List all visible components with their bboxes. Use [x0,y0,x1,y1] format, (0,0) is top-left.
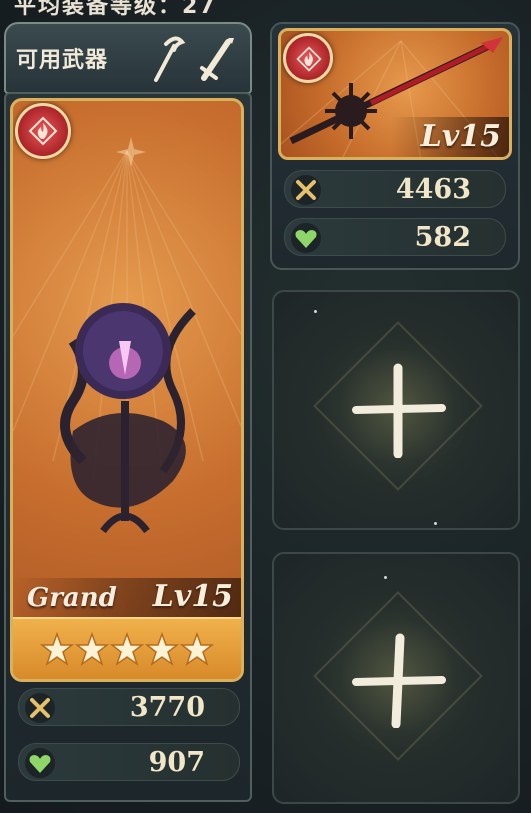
plus-icon [352,633,446,728]
secondary-weapon-card[interactable]: Lv15 [278,28,512,160]
star-icon [75,632,109,666]
attack-icon [25,693,55,723]
secondary-hp-row: 582 [284,218,506,256]
main-hp-value: 907 [148,747,205,778]
fire-element-badge [15,103,71,159]
weapon-type-label: 可用武器 [16,48,109,73]
secondary-weapon-level: Lv15 [420,119,501,154]
empty-weapon-slot-1[interactable] [272,290,520,530]
sparkle [434,522,437,525]
main-hp-row: 907 [18,743,240,781]
star-icon [180,632,214,666]
staff-icon [150,34,186,86]
fire-icon [296,46,322,72]
rarity-label: Grand [27,583,117,613]
heart-icon [291,223,321,253]
star-rating [13,617,241,679]
fire-element-badge-secondary [283,33,333,83]
fire-icon [28,116,58,146]
weapon-type-header: 可用武器 [4,22,252,94]
sword-icon [198,34,236,86]
star-icon [110,632,144,666]
star-icon [40,632,74,666]
sparkle [314,310,317,313]
heart-icon [25,748,55,778]
secondary-attack-value: 4463 [395,174,471,205]
sparkle [384,576,387,579]
plus-icon [352,363,446,458]
secondary-hp-value: 582 [414,222,471,253]
main-weapon-card[interactable]: Grand Lv15 [10,98,244,682]
main-attack-row: 3770 [18,688,240,726]
star-icon [145,632,179,666]
secondary-attack-row: 4463 [284,170,506,208]
main-attack-value: 3770 [129,692,205,723]
average-level-text: 平均装备等级：27 [14,0,217,16]
attack-icon [291,175,321,205]
empty-weapon-slot-2[interactable] [272,552,520,804]
main-weapon-level: Lv15 [152,579,233,614]
average-level-header: 平均装备等级：27 [0,0,531,16]
orb-weapon-art [60,303,196,534]
